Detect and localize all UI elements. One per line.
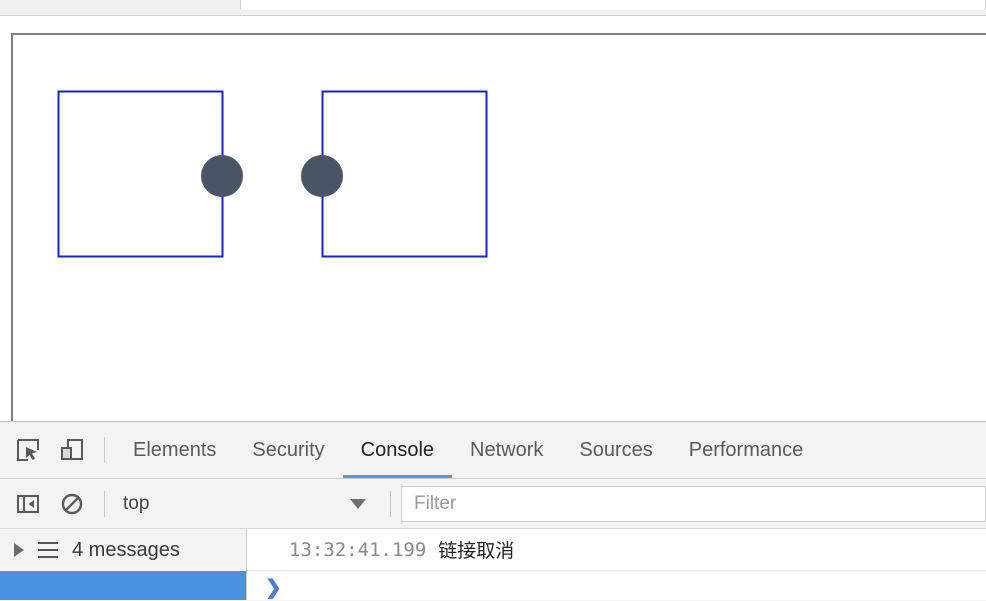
inspect-element-glyph <box>17 439 39 461</box>
devtools-tabstrip: Elements Security Console Network Source… <box>0 422 986 479</box>
console-message-text: 链接取消 <box>438 541 515 562</box>
inspect-element-icon[interactable] <box>6 428 50 472</box>
filterbar-divider-2 <box>390 490 391 517</box>
tab-console-label: Console <box>360 438 435 461</box>
console-message-row[interactable]: 13:32:41.199 链接取消 <box>247 529 986 571</box>
sidebar-toggle-icon[interactable] <box>6 482 50 526</box>
console-message-list: 13:32:41.199 链接取消 ❯ <box>247 529 986 600</box>
console-sidebar: 4 messages <box>0 529 247 600</box>
tab-console[interactable]: Console <box>342 422 453 478</box>
sidebar-item-messages[interactable]: 4 messages <box>0 529 246 571</box>
tab-elements[interactable]: Elements <box>115 422 234 478</box>
square-right[interactable] <box>321 90 488 258</box>
tab-sources[interactable]: Sources <box>561 422 670 478</box>
console-body: 4 messages 13:32:41.199 链接取消 ❯ <box>0 529 986 600</box>
toolbar-divider <box>104 437 105 463</box>
tab-performance[interactable]: Performance <box>671 422 822 478</box>
device-toolbar-glyph <box>61 439 83 460</box>
square-left[interactable] <box>57 90 224 258</box>
console-filter-placeholder: Filter <box>414 492 457 514</box>
tab-security[interactable]: Security <box>234 422 342 478</box>
console-filter-input[interactable]: Filter <box>401 485 986 522</box>
sidebar-item-messages-label: 4 messages <box>72 538 180 561</box>
console-prompt[interactable]: ❯ <box>247 571 986 600</box>
browser-chrome <box>0 0 986 16</box>
tab-network[interactable]: Network <box>452 422 561 478</box>
page-content-frame <box>11 33 986 421</box>
page-shapes-canvas <box>57 90 488 258</box>
screenshot-root: Elements Security Console Network Source… <box>0 0 986 601</box>
device-toolbar-icon[interactable] <box>50 428 94 472</box>
console-prompt-chevron-icon: ❯ <box>265 577 282 599</box>
chevron-down-icon <box>350 498 366 509</box>
console-filter-toolbar: top Filter <box>0 479 986 529</box>
tab-network-label: Network <box>470 438 544 461</box>
browser-tab[interactable] <box>240 0 986 10</box>
sidebar-toggle-glyph <box>17 494 39 513</box>
console-context-value: top <box>123 492 150 514</box>
circle-right[interactable] <box>301 155 343 197</box>
clear-console-icon[interactable] <box>50 482 94 526</box>
console-context-select[interactable]: top <box>115 487 380 521</box>
circle-left[interactable] <box>201 155 243 197</box>
tab-sources-label: Sources <box>579 438 653 461</box>
clear-console-glyph <box>61 493 83 514</box>
tab-security-label: Security <box>252 438 325 461</box>
chevron-right-icon[interactable] <box>14 543 24 557</box>
devtools-panel: Elements Security Console Network Source… <box>0 421 986 601</box>
filterbar-divider-1 <box>104 490 105 517</box>
tab-elements-label: Elements <box>133 438 217 461</box>
tab-performance-label: Performance <box>688 438 804 461</box>
sidebar-item-selected[interactable] <box>0 571 246 600</box>
page-viewport <box>0 16 986 421</box>
list-icon <box>38 542 58 558</box>
console-message-timestamp: 13:32:41.199 <box>289 538 427 561</box>
